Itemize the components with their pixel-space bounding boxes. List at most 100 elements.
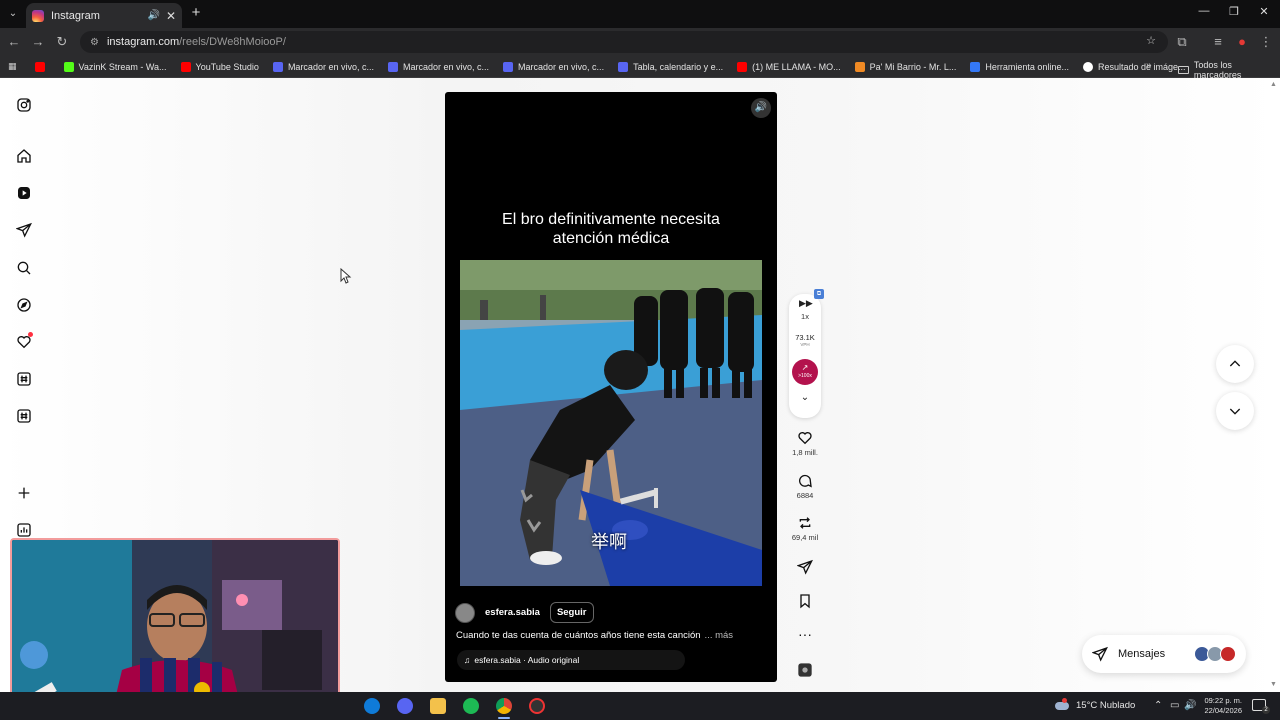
new-tab-button[interactable]: + (188, 5, 204, 21)
bookmark-item[interactable]: Marcador en vivo, c... (272, 61, 374, 72)
all-bookmarks-button[interactable]: Todos los marcadores (1178, 60, 1280, 80)
reels-icon[interactable] (14, 183, 34, 203)
extension-badge-icon[interactable]: ⧉ (814, 289, 824, 299)
save-button[interactable] (785, 593, 825, 609)
chevron-down-icon[interactable]: ⌄ (789, 392, 821, 403)
browser-tab[interactable]: Instagram 🔊 ✕ (26, 3, 182, 28)
search-icon[interactable] (14, 258, 34, 278)
file-explorer-icon[interactable] (430, 698, 446, 714)
comment-button[interactable]: 6884 (785, 473, 825, 500)
system-clock[interactable]: 09:22 p. m. 22/04/2026 (1198, 696, 1242, 716)
author-username[interactable]: esfera.sabia (485, 607, 540, 618)
instagram-favicon-icon (32, 9, 44, 22)
like-count: 1,8 mill. (792, 448, 818, 457)
bookmark-item[interactable]: Resultado de imáge... (1082, 61, 1186, 72)
home-icon[interactable] (14, 146, 34, 166)
reel-caption-line: El bro definitivamente necesita (502, 211, 720, 228)
bookmark-label: Marcador en vivo, c... (287, 61, 374, 72)
weather-widget[interactable]: 15°C Nublado (1055, 697, 1135, 711)
repost-button[interactable]: 69,4 mil (785, 515, 825, 542)
restore-icon[interactable]: ❐ (1224, 5, 1244, 18)
speaker-icon[interactable]: 🔊 (1184, 700, 1196, 711)
dashboard-icon[interactable] (14, 520, 34, 540)
like-button[interactable]: 1,8 mill. (785, 430, 825, 457)
clock-date: 22/04/2026 (1204, 706, 1242, 715)
audio-attribution[interactable]: ♫ esfera.sabia · Audio original (457, 650, 685, 670)
music-note-icon: ♫ (464, 655, 471, 665)
tray-chevron-up-icon[interactable]: ⌃ (1154, 700, 1162, 711)
browser-menu-icon[interactable]: ⋮ (1258, 34, 1274, 50)
bookmark-item[interactable]: VazinK Stream - Wa... (63, 61, 167, 72)
apps-grid-icon[interactable]: ▦ (8, 61, 17, 72)
address-bar[interactable]: ⚙ instagram.com/reels/DWe8hMoiooP/ ☆ (80, 31, 1168, 53)
bookmark-item[interactable]: (1) ME LLAMA - MO... (737, 61, 841, 72)
hashtag-icon[interactable] (14, 406, 34, 426)
site-info-icon[interactable]: ⚙ (90, 37, 99, 48)
bookmark-item[interactable]: Marcador en vivo, c... (387, 61, 489, 72)
growth-trend-button[interactable]: ↗ >100x (792, 359, 818, 385)
comment-count: 6884 (796, 491, 814, 500)
bookmark-label: Marcador en vivo, c... (518, 61, 605, 72)
explore-compass-icon[interactable] (14, 295, 34, 315)
reload-icon[interactable]: ↻ (54, 34, 70, 50)
video-frame[interactable]: 举啊 (460, 260, 762, 586)
more-bookmarks-icon[interactable]: » (1146, 60, 1152, 71)
obs-icon[interactable] (529, 698, 545, 714)
site-icon (272, 61, 283, 72)
message-avatar (1220, 646, 1236, 662)
reel-caption-line: atención médica (552, 230, 670, 247)
messages-button[interactable]: Mensajes (1082, 635, 1246, 673)
bookmark-item[interactable]: Herramienta online... (970, 61, 1069, 72)
next-reel-button[interactable] (1216, 392, 1254, 430)
threads-icon[interactable] (14, 369, 34, 389)
fast-forward-icon[interactable]: ▶▶ (799, 298, 813, 309)
app-icon[interactable] (397, 698, 413, 714)
scroll-down-arrow-icon[interactable]: ▼ (1270, 681, 1277, 688)
back-arrow-icon[interactable]: ← (6, 34, 22, 50)
media-control-icon[interactable]: ≡ (1210, 34, 1226, 50)
audio-label: esfera.sabia · Audio original (474, 655, 580, 665)
forward-arrow-icon[interactable]: → (30, 34, 46, 50)
scroll-up-arrow-icon[interactable]: ▲ (1270, 81, 1277, 88)
url-path: /reels/DWe8hMoiooP/ (179, 36, 286, 48)
profile-icon[interactable]: ● (1234, 34, 1250, 50)
edge-icon[interactable] (364, 698, 380, 714)
repost-icon (799, 517, 811, 529)
bookmark-star-icon[interactable]: ☆ (1146, 34, 1156, 47)
bookmarks-bar: ▦ VazinK Stream - Wa... YouTube Studio M… (0, 56, 1280, 80)
create-plus-icon[interactable] (14, 483, 34, 503)
bookmark-item[interactable]: Pa' Mi Barrio - Mr. L... (854, 61, 956, 72)
bookmark-item[interactable]: Tabla, calendario y e... (618, 61, 724, 72)
volume-icon[interactable]: 🔊 (751, 98, 771, 118)
minimize-icon[interactable]: — (1194, 5, 1214, 17)
share-button[interactable] (785, 559, 825, 575)
url-host: instagram.com (106, 36, 180, 48)
more-link[interactable]: ... más (705, 630, 734, 641)
active-app-indicator (498, 717, 510, 719)
bookmark-item[interactable] (34, 61, 50, 72)
youtube-icon (180, 61, 191, 72)
audio-thumbnail[interactable] (785, 662, 825, 678)
playback-speed[interactable]: 1x (789, 312, 821, 321)
follow-button[interactable]: Seguir (549, 602, 594, 623)
notifications-heart-icon[interactable] (14, 332, 34, 352)
previous-reel-button[interactable] (1216, 345, 1254, 383)
more-options-icon[interactable]: ··· (785, 627, 825, 641)
direct-messages-icon[interactable] (14, 220, 34, 240)
bookmark-label: Tabla, calendario y e... (633, 61, 724, 72)
extensions-icon[interactable]: ⧉ (1174, 34, 1190, 50)
tab-audio-icon[interactable]: 🔊 (147, 10, 159, 21)
google-icon (1082, 61, 1093, 72)
bookmark-icon (800, 594, 810, 609)
author-avatar[interactable] (455, 602, 475, 623)
network-icon[interactable]: ▭ (1170, 700, 1179, 711)
tab-list-chevron-icon[interactable]: ⌄ (4, 5, 22, 23)
instagram-logo-icon[interactable] (14, 95, 34, 115)
reel-player[interactable]: 🔊 El bro definitivamente necesita atenci… (445, 92, 777, 682)
close-window-icon[interactable]: ✕ (1254, 5, 1274, 18)
chrome-icon[interactable] (496, 698, 512, 714)
bookmark-item[interactable]: Marcador en vivo, c... (503, 61, 605, 72)
spotify-icon[interactable] (463, 698, 479, 714)
tab-close-icon[interactable]: ✕ (166, 9, 176, 23)
bookmark-item[interactable]: YouTube Studio (180, 61, 259, 72)
